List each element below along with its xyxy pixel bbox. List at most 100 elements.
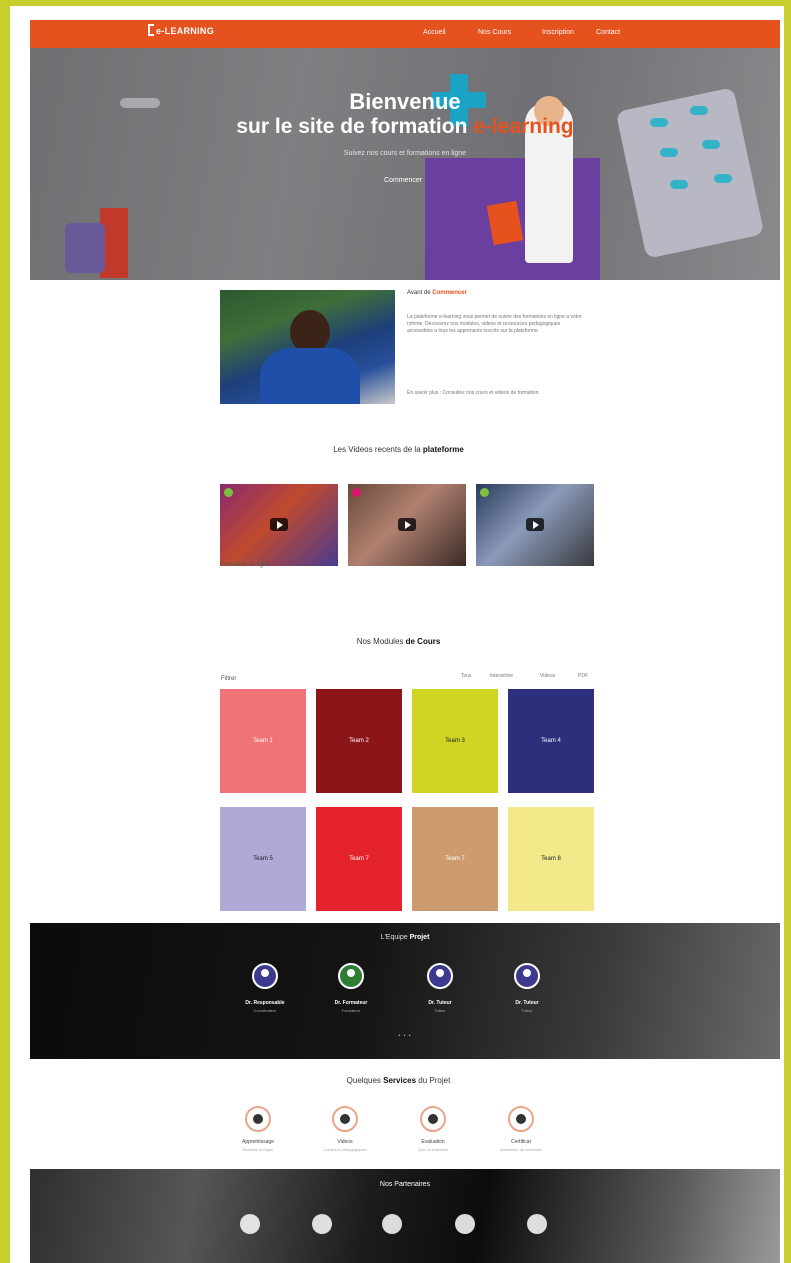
hero-left-illustration (65, 223, 105, 273)
services-title-prefix: Quelques (346, 1076, 381, 1085)
course-tile-label: Team 7 (349, 856, 369, 862)
course-tile[interactable]: Team 4 (508, 689, 594, 793)
play-icon[interactable] (398, 518, 416, 531)
pill-icon (714, 174, 732, 183)
partner-logo-icon[interactable] (527, 1214, 547, 1234)
avatar[interactable] (427, 963, 453, 989)
service-icon[interactable] (245, 1106, 271, 1132)
hero-title-prefix: sur le site de formation (236, 115, 468, 138)
nav-link-accueil[interactable]: Accueil (423, 29, 446, 36)
filter-tab-all[interactable]: Tous (461, 673, 472, 679)
member-role: Coordinateur (253, 1008, 277, 1013)
course-tile[interactable]: Team 8 (508, 807, 594, 911)
services-section-title: Quelques Services du Projet (10, 1076, 784, 1085)
nav-link-cours[interactable]: Nos Cours (478, 29, 511, 36)
video-caption: Formation en ligne (220, 562, 270, 568)
team-title-accent: Projet (409, 934, 430, 941)
hero-cta-button[interactable]: Commencer (338, 173, 468, 189)
service-name: Videos (337, 1139, 353, 1145)
service-name: Apprentissage (242, 1139, 274, 1145)
hero-title-line2: sur le site de formation e-learning (30, 115, 780, 139)
courses-section-title: Nos Modules de Cours (10, 637, 784, 646)
top-navbar: e-LEARNING Accueil Nos Cours Inscription… (30, 20, 780, 48)
member-name: Dr. Tuteur (428, 1000, 452, 1006)
course-tile[interactable]: Team 1 (220, 689, 306, 793)
partners-section-title: Nos Partenaires (379, 1181, 431, 1188)
member-name: Dr. Tuteur (515, 1000, 539, 1006)
videos-section-title: Les Videos recents de la plateforme (10, 445, 784, 454)
partner-logo-icon[interactable] (455, 1214, 475, 1234)
course-tile-label: Team 7 (445, 856, 465, 862)
play-icon[interactable] (526, 518, 544, 531)
speaker-body-illustration (260, 348, 360, 404)
video-badge (224, 488, 233, 497)
page-frame: e-LEARNING Accueil Nos Cours Inscription… (7, 6, 784, 1263)
hero-subtitle: Suivez nos cours et formations en ligne (343, 150, 467, 157)
nav-link-inscription[interactable]: Inscription (542, 29, 574, 36)
service-icon[interactable] (420, 1106, 446, 1132)
site-logo[interactable]: e-LEARNING (156, 26, 214, 36)
filter-tab-pdf[interactable]: PDF (578, 673, 588, 679)
member-name: Dr. Responsable (245, 1000, 285, 1006)
course-tile[interactable]: Team 2 (316, 689, 402, 793)
team-pager-dots[interactable]: • • • (30, 1033, 780, 1039)
about-title: Avant de Commencer (407, 290, 467, 296)
video-badge (352, 488, 361, 497)
logo-icon (148, 24, 154, 36)
filter-tab-videos[interactable]: Videos (540, 673, 555, 679)
partner-logo-icon[interactable] (382, 1214, 402, 1234)
service-desc: Quiz et examens (417, 1147, 448, 1152)
hero-banner: Bienvenue sur le site de formation e-lea… (30, 48, 780, 280)
about-paragraph-2: En savoir plus : Consultez nos cours et … (407, 390, 540, 396)
about-photo (220, 290, 395, 404)
services-title-accent: Services (383, 1076, 417, 1085)
course-tile-label: Team 5 (253, 856, 273, 862)
avatar[interactable] (514, 963, 540, 989)
course-tile-label: Team 1 (253, 738, 273, 744)
play-icon[interactable] (270, 518, 288, 531)
services-title-suffix: du Projet (418, 1076, 451, 1085)
course-tile[interactable]: Team 5 (220, 807, 306, 911)
service-name: Evaluation (421, 1139, 445, 1145)
partners-section: Nos Partenaires (30, 1169, 780, 1263)
about-paragraph: La plateforme e-learning vous permet de … (407, 314, 582, 334)
member-role: Tuteur (434, 1008, 446, 1013)
hero-title-line1: Bienvenue (349, 89, 461, 114)
team-title-prefix: L'Equipe (380, 934, 408, 941)
service-icon[interactable] (332, 1106, 358, 1132)
courses-title-prefix: Nos Modules (356, 637, 404, 646)
course-tile[interactable]: Team 3 (412, 689, 498, 793)
about-title-accent: Commencer (432, 290, 467, 296)
video-card[interactable] (220, 484, 338, 566)
about-title-prefix: Avant de (407, 290, 431, 296)
course-tile[interactable]: Team 7 (316, 807, 402, 911)
member-name: Dr. Formateur (334, 1000, 368, 1006)
video-badge (480, 488, 489, 497)
course-tile[interactable]: Team 7 (412, 807, 498, 911)
service-desc: Contenus pedagogiques (323, 1147, 367, 1152)
partner-logo-icon[interactable] (240, 1214, 260, 1234)
videos-title-prefix: Les Videos recents de la (333, 445, 421, 454)
service-icon[interactable] (508, 1106, 534, 1132)
service-desc: Attestation de formation (499, 1147, 543, 1152)
pill-icon (702, 140, 720, 149)
course-tile-label: Team 3 (445, 738, 465, 744)
avatar[interactable] (252, 963, 278, 989)
partner-logo-icon[interactable] (312, 1214, 332, 1234)
course-tile-label: Team 8 (541, 856, 561, 862)
team-section: L'Equipe Projet Dr. Responsable Coordina… (30, 923, 780, 1059)
filter-tab-interactive[interactable]: Interactive (490, 673, 513, 679)
course-tile-label: Team 4 (541, 738, 561, 744)
team-section-title: L'Equipe Projet (30, 934, 780, 941)
avatar[interactable] (338, 963, 364, 989)
videos-title-accent: plateforme (422, 445, 464, 454)
video-card[interactable] (348, 484, 466, 566)
pill-icon (670, 180, 688, 189)
service-desc: Modules en ligne (242, 1147, 274, 1152)
filter-label: Filtrer (221, 676, 237, 682)
course-tile-label: Team 2 (349, 738, 369, 744)
video-card[interactable] (476, 484, 594, 566)
nav-link-contact[interactable]: Contact (596, 29, 620, 36)
courses-title-accent: de Cours (405, 637, 441, 646)
member-role: Formateur (341, 1008, 361, 1013)
